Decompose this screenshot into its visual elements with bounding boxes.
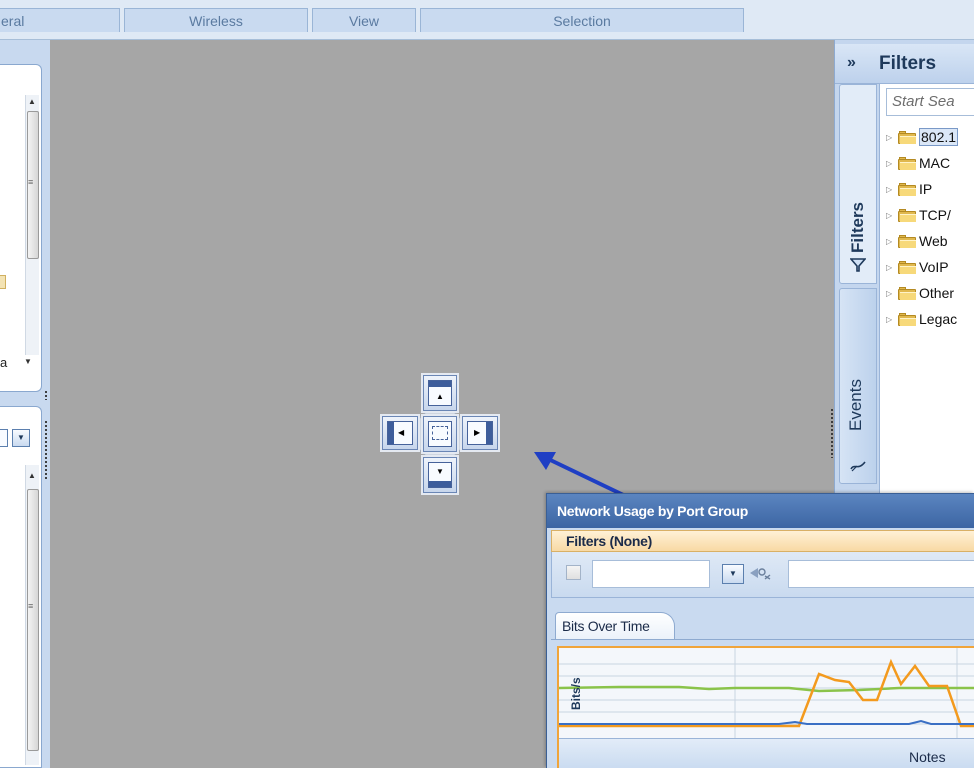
folder-icon bbox=[898, 260, 916, 274]
expand-arrow-icon[interactable]: ▷ bbox=[886, 133, 898, 142]
tab-bits-over-time[interactable]: Bits Over Time bbox=[555, 612, 675, 640]
filter-tree-item-label: IP bbox=[919, 181, 933, 197]
filters-status-bar[interactable]: Filters (None) bbox=[551, 530, 974, 552]
filter-toolbar: ▼ bbox=[551, 552, 974, 598]
folder-icon bbox=[898, 182, 916, 196]
left-lower-pane: ▼ ▲ ≡ bbox=[0, 406, 42, 768]
filters-panel-header: » Filters bbox=[835, 44, 974, 84]
expand-arrow-icon[interactable]: ▷ bbox=[886, 211, 898, 220]
window-title-bar[interactable]: Network Usage by Port Group bbox=[547, 494, 974, 528]
filter-dropdown-button[interactable]: ▼ bbox=[722, 564, 744, 584]
events-icon bbox=[850, 461, 866, 472]
grip-icon: ≡ bbox=[28, 601, 33, 611]
folder-icon bbox=[898, 286, 916, 300]
filters-panel-title: Filters bbox=[879, 53, 937, 74]
filter-tree-item[interactable]: ▷ VoIP bbox=[886, 256, 949, 278]
filter-tree-item[interactable]: ▷ 802.1 bbox=[886, 126, 959, 148]
splitter-grip-icon[interactable] bbox=[44, 420, 48, 480]
folder-icon bbox=[898, 156, 916, 170]
filter-tree-item-label: VoIP bbox=[919, 259, 949, 275]
view-tabs: Bits Over Time bbox=[551, 598, 974, 640]
y-axis-label: Bits/s bbox=[569, 677, 583, 710]
collapse-chevron-icon[interactable]: » bbox=[847, 54, 856, 72]
left-upper-text-fragment: a bbox=[0, 355, 8, 370]
folder-icon bbox=[898, 234, 916, 248]
filter-tree-item[interactable]: ▷ MAC bbox=[886, 152, 950, 174]
expand-arrow-icon[interactable]: ▷ bbox=[886, 237, 898, 246]
expand-arrow-icon[interactable]: ▷ bbox=[886, 263, 898, 272]
ribbon-tab-selection[interactable]: Selection bbox=[420, 8, 744, 32]
scrollbar-thumb[interactable] bbox=[27, 489, 39, 751]
folder-icon bbox=[898, 130, 916, 144]
filter-name-field[interactable] bbox=[592, 560, 710, 588]
series-blue-line bbox=[559, 719, 974, 725]
chart-area: Bits/s Notes bbox=[557, 646, 974, 768]
series-green-line bbox=[559, 685, 974, 693]
filter-tree-item[interactable]: ▷ IP bbox=[886, 178, 932, 200]
expand-arrow-icon[interactable]: ▷ bbox=[886, 185, 898, 194]
filter-tree-item-label: TCP/ bbox=[919, 207, 951, 223]
ribbon-tab-strip: eral Wireless View Selection bbox=[0, 0, 974, 40]
left-lower-scrollbar[interactable]: ▲ ≡ bbox=[25, 465, 39, 765]
notes-bar[interactable]: Notes bbox=[559, 738, 974, 768]
filter-tree-item-label: MAC bbox=[919, 155, 951, 171]
dock-guide: ▲ ◀ ▶ ▼ bbox=[376, 370, 504, 498]
dock-right-button[interactable]: ▶ bbox=[462, 416, 498, 450]
filter-expression-field[interactable] bbox=[788, 560, 974, 588]
filter-search-input[interactable]: Start Sea bbox=[886, 88, 974, 116]
scroll-up-arrow-icon[interactable]: ▲ bbox=[28, 97, 36, 106]
vtab-events-label: Events bbox=[846, 379, 865, 431]
left-upper-pane: ▲ ≡ a ▼ bbox=[0, 64, 42, 392]
vtab-filters[interactable]: Filters bbox=[839, 84, 877, 284]
filter-tree-item[interactable]: ▷ TCP/ bbox=[886, 204, 951, 226]
filter-tree-item[interactable]: ▷ Other bbox=[886, 282, 954, 304]
grip-icon: ≡ bbox=[28, 177, 33, 187]
dock-top-button[interactable]: ▲ bbox=[423, 375, 457, 411]
ribbon-tab-wireless[interactable]: Wireless bbox=[124, 8, 308, 32]
tab-underline bbox=[551, 639, 974, 640]
filter-clear-icon[interactable] bbox=[748, 566, 772, 580]
ribbon-tab-general[interactable]: eral bbox=[0, 8, 120, 32]
scroll-up-arrow-icon[interactable]: ▲ bbox=[28, 471, 36, 480]
left-upper-scrollbar[interactable]: ▲ ≡ bbox=[25, 95, 39, 355]
filter-tree-item-label: Web bbox=[919, 233, 948, 249]
expand-arrow-icon[interactable]: ▷ bbox=[886, 315, 898, 324]
dropdown-arrow-icon[interactable]: ▼ bbox=[24, 357, 32, 366]
expand-arrow-icon[interactable]: ▷ bbox=[886, 159, 898, 168]
filter-tree-item[interactable]: ▷ Legac bbox=[886, 308, 957, 330]
splitter-grip-icon[interactable] bbox=[44, 390, 48, 400]
notes-label: Notes bbox=[909, 749, 946, 765]
series-orange-line bbox=[559, 658, 974, 728]
filter-tree-item-label: Legac bbox=[919, 311, 958, 327]
folder-icon bbox=[898, 312, 916, 326]
dock-bottom-button[interactable]: ▼ bbox=[423, 457, 457, 493]
network-usage-window: Network Usage by Port Group Filters (Non… bbox=[546, 493, 974, 768]
vtab-filters-label: Filters bbox=[848, 201, 867, 253]
dock-center-button[interactable] bbox=[423, 416, 457, 452]
left-lower-dropdown-button[interactable]: ▼ bbox=[12, 429, 30, 447]
left-dock-panel: ▲ ≡ a ▼ ▼ ▲ ≡ bbox=[0, 40, 50, 768]
bits-over-time-chart bbox=[559, 648, 974, 738]
filter-tree-item[interactable]: ▷ Web bbox=[886, 230, 948, 252]
left-lower-combo[interactable] bbox=[0, 429, 8, 447]
folder-icon bbox=[898, 208, 916, 222]
filter-tree-item-label: 802.1 bbox=[919, 128, 959, 146]
ribbon-tab-view[interactable]: View bbox=[312, 8, 416, 32]
funnel-icon bbox=[850, 258, 866, 272]
expand-arrow-icon[interactable]: ▷ bbox=[886, 289, 898, 298]
filter-enable-checkbox[interactable] bbox=[566, 565, 581, 580]
dock-left-button[interactable]: ◀ bbox=[382, 416, 418, 450]
partial-icon bbox=[0, 275, 6, 289]
filter-tree-item-label: Other bbox=[919, 285, 955, 301]
vtab-events[interactable]: Events bbox=[839, 288, 877, 484]
